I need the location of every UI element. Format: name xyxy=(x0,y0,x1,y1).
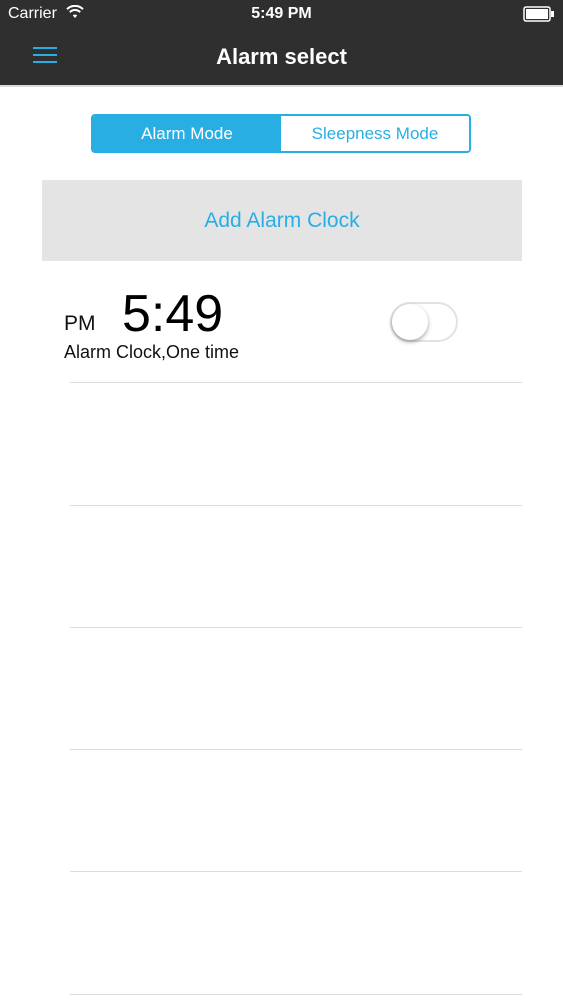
alarm-enable-toggle[interactable] xyxy=(390,302,458,342)
row-divider xyxy=(70,505,522,506)
battery-icon xyxy=(523,6,554,22)
segment-alarm-mode[interactable]: Alarm Mode xyxy=(93,116,281,151)
status-time: 5:49 PM xyxy=(251,5,312,22)
alarm-row[interactable]: PM 5:49 Alarm Clock,One time xyxy=(0,262,563,382)
row-divider xyxy=(70,994,522,995)
alarm-ampm: PM xyxy=(64,312,96,335)
alarm-description: Alarm Clock,One time xyxy=(64,342,240,362)
row-divider xyxy=(70,871,522,872)
status-bar: Carrier 5:49 PM xyxy=(0,0,563,30)
toggle-knob xyxy=(392,304,428,340)
navigation-bar: Alarm select xyxy=(0,30,563,87)
row-divider xyxy=(70,749,522,750)
page-title: Alarm select xyxy=(216,44,347,69)
segment-sleepness-mode[interactable]: Sleepness Mode xyxy=(281,116,469,151)
row-divider xyxy=(70,627,522,628)
alarm-time: 5:49 xyxy=(122,285,224,343)
mode-segmented-control: Alarm Mode Sleepness Mode xyxy=(91,114,471,153)
row-divider xyxy=(70,382,522,383)
add-alarm-clock-button[interactable]: Add Alarm Clock xyxy=(42,180,522,261)
